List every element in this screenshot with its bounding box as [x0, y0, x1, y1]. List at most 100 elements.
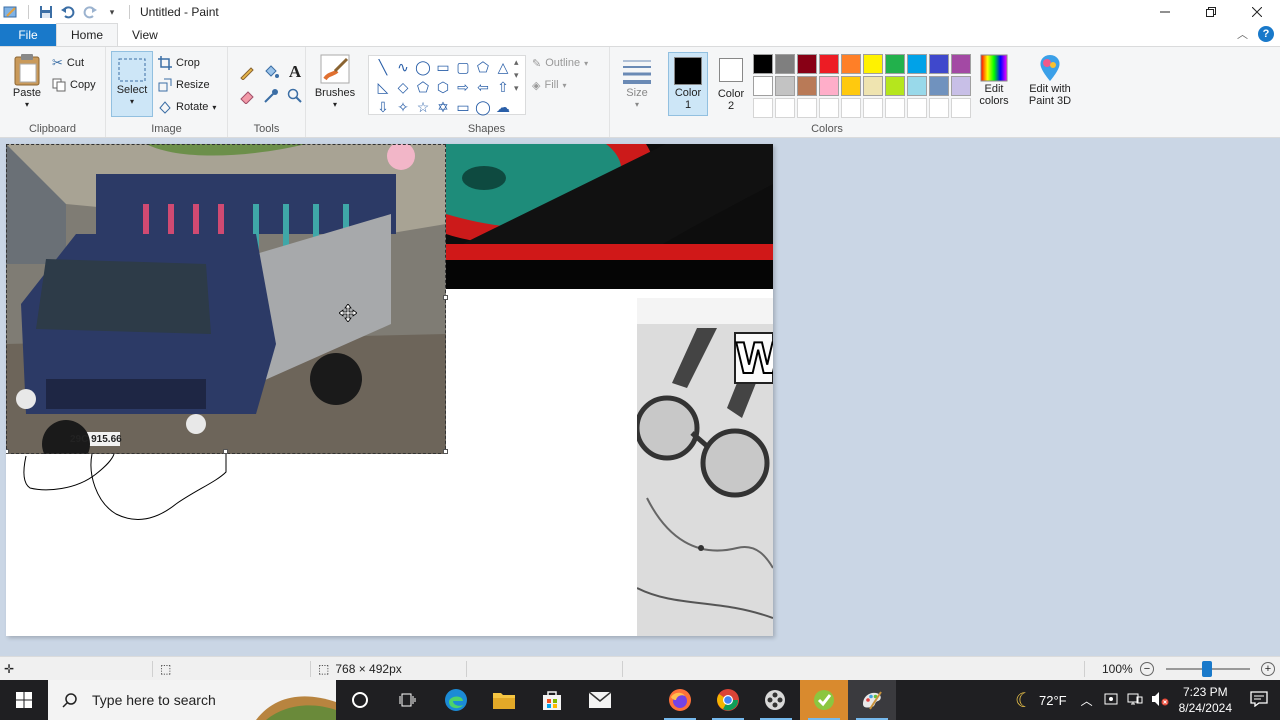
down-arrow-shape-icon[interactable]: ⇩ [373, 97, 393, 117]
palette-swatch[interactable] [929, 54, 949, 74]
store-button[interactable] [528, 680, 576, 720]
palette-swatch[interactable] [863, 76, 883, 96]
line-shape-icon[interactable]: ╲ [373, 57, 393, 77]
file-explorer-button[interactable] [480, 680, 528, 720]
custom-color-slot[interactable] [951, 98, 971, 118]
file-menu-button[interactable]: File [0, 24, 56, 46]
firefox-button[interactable] [656, 680, 704, 720]
palette-swatch[interactable] [775, 54, 795, 74]
crop-button[interactable]: Crop [158, 53, 200, 73]
meet-now-icon[interactable] [1103, 691, 1119, 710]
customize-toolbar-icon[interactable]: ▾ [103, 3, 121, 21]
zoom-out-button[interactable]: − [1140, 657, 1154, 681]
five-point-star-shape-icon[interactable]: ☆ [413, 97, 433, 117]
show-hidden-icons-icon[interactable]: ︿ [1081, 692, 1093, 709]
custom-color-slot[interactable] [819, 98, 839, 118]
copy-button[interactable]: Copy [52, 75, 96, 95]
close-button[interactable] [1234, 0, 1280, 24]
redo-icon[interactable] [81, 3, 99, 21]
four-point-star-shape-icon[interactable]: ✧ [393, 97, 413, 117]
palette-swatch[interactable] [753, 54, 773, 74]
custom-color-slot[interactable] [863, 98, 883, 118]
undo-icon[interactable] [59, 3, 77, 21]
network-icon[interactable] [1127, 691, 1143, 710]
palette-swatch[interactable] [885, 54, 905, 74]
canvas-workspace[interactable]: W 29C 915.66 [0, 138, 1280, 656]
custom-color-slot[interactable] [907, 98, 927, 118]
cortana-button[interactable] [336, 680, 384, 720]
save-icon[interactable] [37, 3, 55, 21]
color-picker-icon[interactable] [260, 85, 282, 107]
shapes-scroll[interactable]: ▴ ▾ ▾ [514, 57, 519, 94]
start-button[interactable] [0, 680, 48, 720]
size-button[interactable]: Size ▾ [618, 55, 656, 111]
six-point-star-shape-icon[interactable]: ✡ [433, 97, 453, 117]
cloud-callout-shape-icon[interactable]: ☁ [493, 97, 513, 117]
zoom-in-button[interactable]: + [1261, 657, 1275, 681]
left-arrow-shape-icon[interactable]: ⇦ [473, 77, 493, 97]
select-button[interactable]: Select ▾ [111, 51, 153, 117]
expand-gallery-icon[interactable]: ▾ [514, 83, 519, 94]
collapse-ribbon-icon[interactable]: ︿ [1237, 26, 1248, 42]
notifications-icon[interactable] [1250, 690, 1268, 710]
fill-bucket-icon[interactable] [260, 61, 282, 83]
cut-button[interactable]: ✂ Cut [52, 53, 84, 73]
oval-callout-shape-icon[interactable]: ◯ [473, 97, 493, 117]
scroll-up-icon[interactable]: ▴ [514, 57, 519, 68]
palette-swatch[interactable] [929, 76, 949, 96]
selection-handle[interactable] [443, 295, 448, 300]
media-app-button[interactable] [752, 680, 800, 720]
eraser-icon[interactable] [236, 85, 258, 107]
hexagon-shape-icon[interactable]: ⬡ [433, 77, 453, 97]
palette-swatch[interactable] [797, 76, 817, 96]
magnifier-icon[interactable] [284, 85, 306, 107]
task-view-button[interactable] [384, 680, 432, 720]
rectangle-shape-icon[interactable]: ▭ [433, 57, 453, 77]
palette-swatch[interactable] [819, 54, 839, 74]
tab-view[interactable]: View [118, 24, 172, 46]
paste-button[interactable]: Paste ▾ [8, 53, 46, 111]
pencil-icon[interactable] [236, 61, 258, 83]
greenshot-button[interactable] [800, 680, 848, 720]
paint-taskbar-button[interactable] [848, 680, 896, 720]
palette-swatch[interactable] [775, 76, 795, 96]
weather-moon-icon[interactable]: ☾ [1015, 688, 1033, 713]
selection-handle[interactable] [6, 449, 9, 454]
edit-colors-button[interactable]: Edit colors [974, 53, 1014, 107]
rect-callout-shape-icon[interactable]: ▭ [453, 97, 473, 117]
volume-muted-icon[interactable] [1151, 691, 1169, 710]
pentagon-shape-icon[interactable]: ⬠ [413, 77, 433, 97]
restore-button[interactable] [1188, 0, 1234, 24]
palette-swatch[interactable] [863, 54, 883, 74]
color1-button[interactable]: Color 1 [668, 52, 708, 116]
clock[interactable]: 7:23 PM 8/24/2024 [1179, 684, 1232, 716]
palette-swatch[interactable] [753, 76, 773, 96]
palette-swatch[interactable] [885, 76, 905, 96]
selection-handle[interactable] [443, 449, 448, 454]
taskbar-search-box[interactable]: Type here to search [48, 680, 336, 720]
color2-button[interactable]: Color 2 [712, 56, 750, 112]
custom-color-slot[interactable] [753, 98, 773, 118]
resize-button[interactable]: Resize [158, 75, 210, 95]
chrome-button[interactable] [704, 680, 752, 720]
oval-shape-icon[interactable]: ◯ [413, 57, 433, 77]
palette-swatch[interactable] [797, 54, 817, 74]
selected-truck-photo[interactable]: 29C 915.66 [6, 144, 446, 454]
rounded-rectangle-shape-icon[interactable]: ▢ [453, 57, 473, 77]
drawing-canvas[interactable]: W 29C 915.66 [6, 144, 773, 636]
right-triangle-shape-icon[interactable]: ◺ [373, 77, 393, 97]
tab-home[interactable]: Home [56, 23, 119, 46]
outline-button[interactable]: ✎ Outline ▾ [532, 53, 588, 73]
custom-color-slot[interactable] [775, 98, 795, 118]
brushes-button[interactable]: Brushes ▾ [312, 53, 358, 111]
palette-swatch[interactable] [819, 76, 839, 96]
palette-swatch[interactable] [907, 54, 927, 74]
diamond-shape-icon[interactable]: ◇ [393, 77, 413, 97]
zoom-slider-thumb[interactable] [1202, 661, 1212, 677]
curve-shape-icon[interactable]: ∿ [393, 57, 413, 77]
weather-temperature[interactable]: 72°F [1039, 693, 1067, 708]
polygon-shape-icon[interactable]: ⬠ [473, 57, 493, 77]
custom-color-slot[interactable] [929, 98, 949, 118]
edge-taskbar-button[interactable] [432, 680, 480, 720]
minimize-button[interactable] [1142, 0, 1188, 24]
